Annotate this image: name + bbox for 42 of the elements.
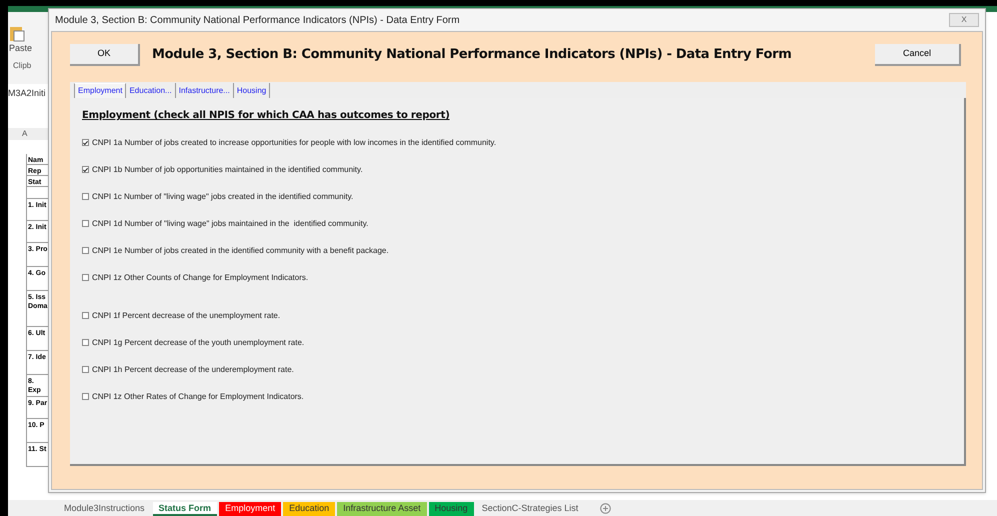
sheet-tab[interactable]: Status Form bbox=[152, 502, 218, 516]
checkbox[interactable] bbox=[82, 366, 89, 373]
checkbox-label[interactable]: CNPI 1f Percent decrease of the unemployment rate. bbox=[92, 310, 280, 322]
sheet-tab[interactable]: Module3Instructions bbox=[58, 502, 151, 516]
sheet-tab[interactable]: SectionC-Strategies List bbox=[476, 502, 584, 516]
sheet-tab[interactable]: Education bbox=[283, 502, 336, 516]
add-sheet-icon[interactable] bbox=[600, 503, 612, 514]
checkbox-label[interactable]: CNPI 1c Number of "living wage" jobs created in the identified community. bbox=[92, 190, 354, 202]
sheet-tab[interactable]: Infrastructure Asset bbox=[337, 502, 427, 516]
checkbox[interactable] bbox=[82, 312, 89, 319]
ok-button[interactable]: OK bbox=[70, 44, 140, 66]
check-icon bbox=[83, 140, 88, 146]
checkbox-label[interactable]: CNPI 1z Other Rates of Change for Employment Indicators. bbox=[92, 390, 304, 402]
form-heading: Module 3, Section B: Community National Performance Indicators (NPIs) - Data Entry Form bbox=[152, 46, 792, 64]
checkbox[interactable] bbox=[82, 274, 89, 281]
paste-icon[interactable] bbox=[9, 24, 25, 42]
checkbox[interactable] bbox=[82, 139, 89, 146]
checkbox[interactable] bbox=[82, 247, 89, 254]
checkbox[interactable] bbox=[82, 220, 89, 227]
paste-label[interactable]: Paste bbox=[9, 42, 32, 56]
name-box[interactable]: M3A2Initi bbox=[8, 84, 48, 104]
column-header: A bbox=[8, 128, 48, 140]
section-title: Employment (check all NPIS for which CAA has outcomes to report) bbox=[82, 109, 451, 123]
cancel-button[interactable]: Cancel bbox=[875, 44, 961, 66]
form-tab[interactable]: Employment bbox=[74, 83, 126, 98]
checkbox[interactable] bbox=[82, 339, 89, 346]
checkbox-label[interactable]: CNPI 1a Number of jobs created to increase opportunities for people with low incomes in the identified community. bbox=[92, 136, 496, 148]
checkbox-label[interactable]: CNPI 1e Number of jobs created in the identified community with a benefit package. bbox=[92, 244, 389, 256]
checkbox-label[interactable]: CNPI 1g Percent decrease of the youth unemployment rate. bbox=[92, 336, 304, 348]
close-button[interactable]: X bbox=[949, 13, 979, 27]
window-title: Module 3, Section B: Community National Performance Indicators (NPIs) - Data Entry Form bbox=[55, 14, 460, 28]
checkbox[interactable] bbox=[82, 166, 89, 173]
checkbox[interactable] bbox=[82, 193, 89, 200]
sheet-tab[interactable]: Housing bbox=[428, 502, 474, 516]
checkbox-label[interactable]: CNPI 1b Number of job opportunities maintained in the identified community. bbox=[92, 164, 363, 176]
checkbox[interactable] bbox=[82, 393, 89, 400]
checkbox-label[interactable]: CNPI 1z Other Counts of Change for Employment Indicators. bbox=[92, 272, 308, 284]
ribbon-group-label: Clipb bbox=[13, 60, 32, 72]
check-icon bbox=[83, 166, 88, 172]
sheet-tab[interactable]: Employment bbox=[219, 502, 282, 516]
checkbox-label[interactable]: CNPI 1d Number of "living wage" jobs maintained in the identified community. bbox=[92, 218, 368, 230]
checkbox-label[interactable]: CNPI 1h Percent decrease of the underemployment rate. bbox=[92, 364, 294, 376]
